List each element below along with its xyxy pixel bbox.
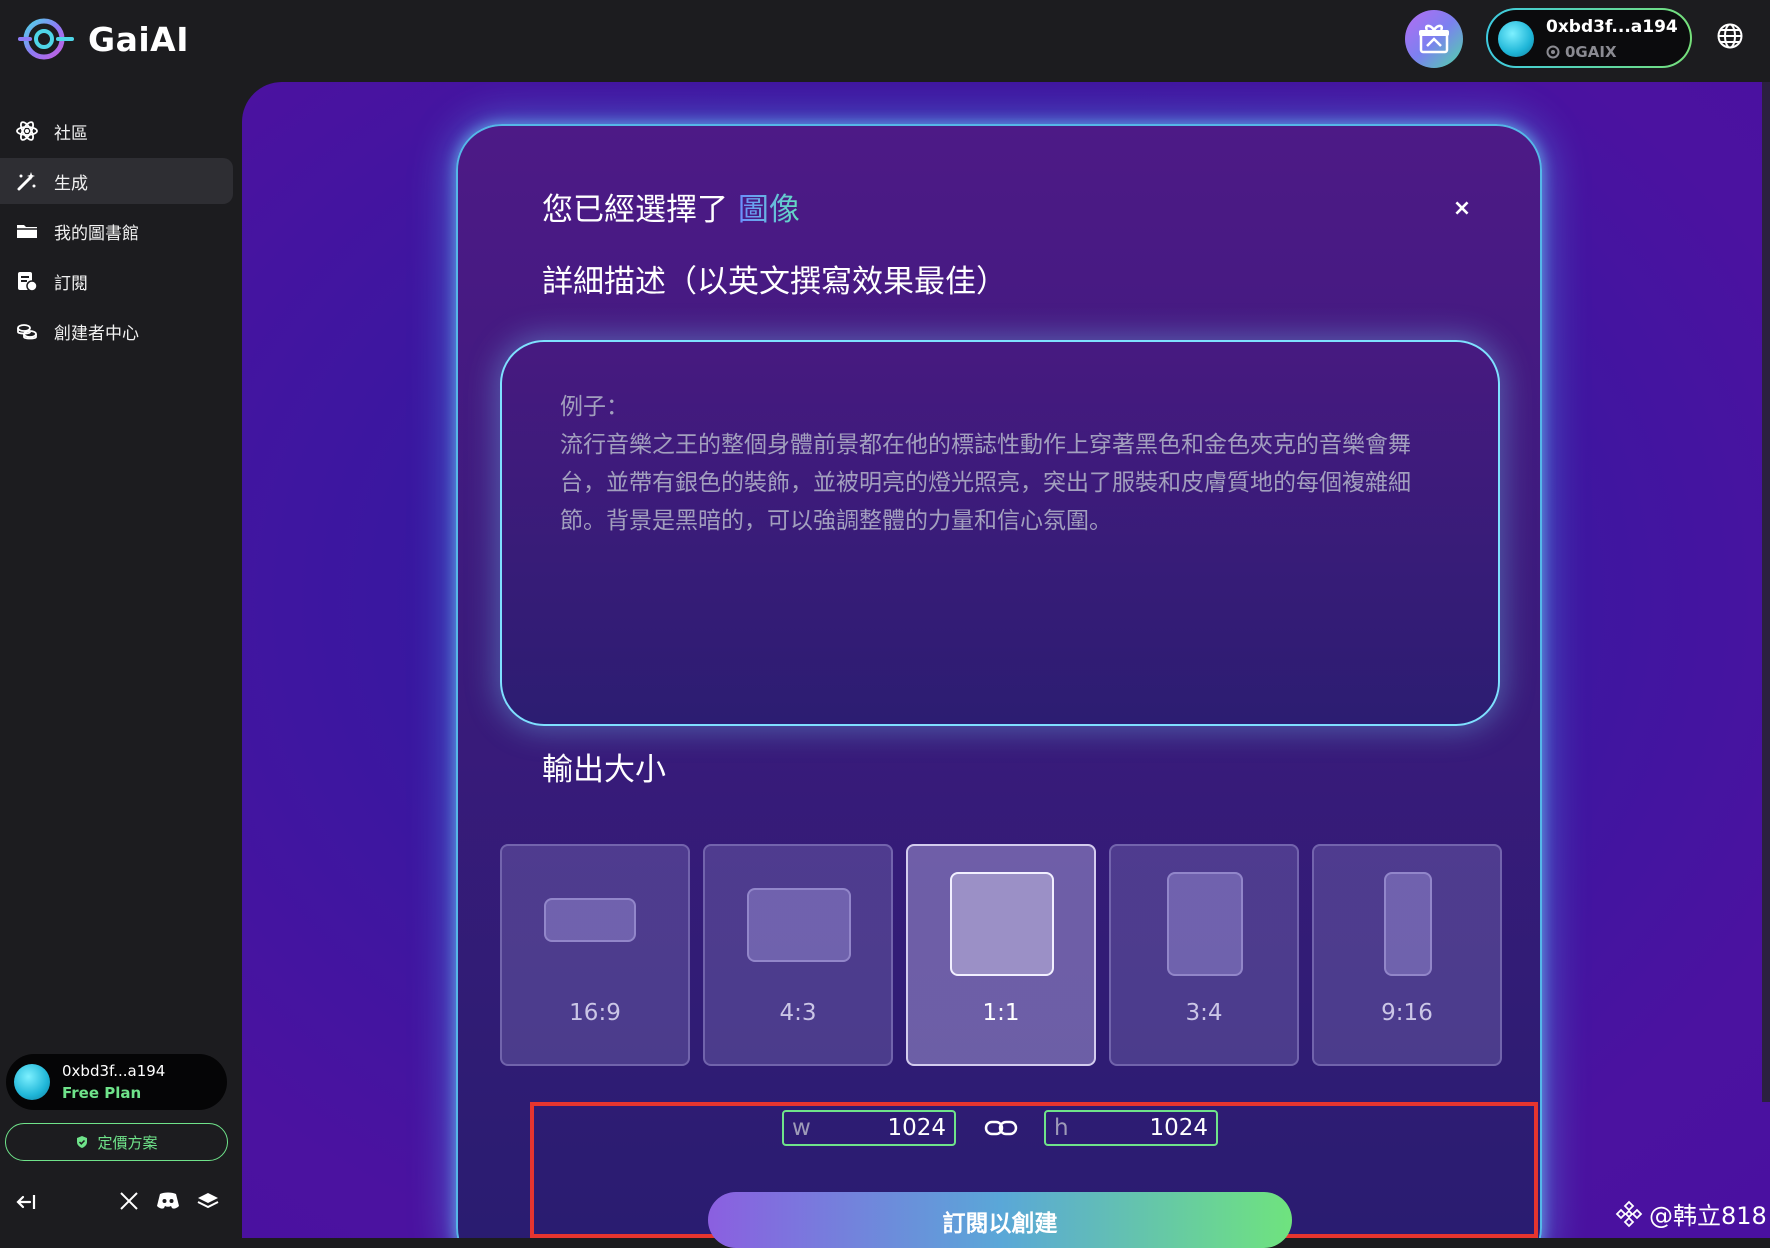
output-size-heading: 輸出大小: [542, 752, 666, 788]
main-content: 您已經選擇了 圖像 × 詳細描述（以英文撰寫效果最佳） 例子： 流行音樂之王的整…: [242, 82, 1770, 1238]
app-logo[interactable]: GaiAI: [18, 14, 189, 64]
size-option-label: 16:9: [569, 1000, 621, 1026]
wallet-address: 0xbd3f...a194: [1546, 17, 1678, 37]
sidebar-item-label: 生成: [54, 173, 88, 194]
pricing-plan-label: 定價方案: [97, 1133, 158, 1152]
ratio-preview: [1167, 872, 1243, 976]
size-option-label: 9:16: [1381, 1000, 1433, 1026]
sidebar-item-community[interactable]: 社區: [0, 108, 233, 154]
height-value: 1024: [1149, 1115, 1208, 1141]
globe-icon[interactable]: [1716, 22, 1744, 50]
size-option-label: 1:1: [982, 1000, 1020, 1026]
pricing-plan-button[interactable]: 定價方案: [5, 1123, 228, 1161]
watermark: @韩立818: [1615, 1196, 1767, 1231]
sidebar-footer: [0, 1182, 240, 1222]
sidebar-item-library[interactable]: 我的圖書館: [0, 208, 233, 254]
ratio-preview: [747, 888, 851, 962]
dialog-title: 您已經選擇了 圖像: [542, 184, 800, 229]
sidebar-item-label: 創建者中心: [54, 323, 139, 344]
top-bar: GaiAI 0xbd3f...a194 0GAIX: [0, 0, 1770, 80]
dialog-title-prefix: 您已經選擇了: [542, 192, 728, 228]
width-value: 1024: [887, 1115, 946, 1141]
coins-icon: [16, 320, 38, 342]
folder-icon: [16, 220, 38, 242]
prompt-placeholder-label: 例子：: [560, 394, 629, 420]
wallet-token: 0GAIX: [1546, 43, 1617, 61]
docs-icon[interactable]: [196, 1190, 220, 1212]
wallet-avatar: [1498, 21, 1534, 57]
prompt-placeholder-body: 流行音樂之王的整個身體前景都在他的標誌性動作上穿著黑色和金色夾克的音樂會舞台，並…: [560, 432, 1411, 534]
binance-logo-icon: [1615, 1200, 1643, 1227]
shield-check-icon: [77, 1136, 88, 1148]
x-twitter-icon[interactable]: [118, 1190, 140, 1212]
size-option-4-3[interactable]: 4:3: [703, 844, 893, 1066]
size-option-16-9[interactable]: 16:9: [500, 844, 690, 1066]
app-name: GaiAI: [88, 19, 189, 59]
size-option-3-4[interactable]: 3:4: [1109, 844, 1299, 1066]
size-option-label: 4:3: [779, 1000, 817, 1026]
sidebar-item-creator-center[interactable]: 創建者中心: [0, 308, 233, 354]
size-option-1-1[interactable]: 1:1: [906, 844, 1096, 1066]
gift-button[interactable]: [1405, 10, 1463, 68]
magic-wand-icon: [16, 170, 38, 192]
prompt-textarea[interactable]: 例子： 流行音樂之王的整個身體前景都在他的標誌性動作上穿著黑色和金色夾克的音樂會…: [500, 340, 1500, 726]
wallet-token-label: 0GAIX: [1565, 43, 1617, 61]
sidebar-item-label: 社區: [54, 123, 88, 144]
dialog-title-highlight: 圖像: [737, 192, 800, 228]
sidebar-item-subscription[interactable]: 訂閱: [0, 258, 233, 304]
avatar: [14, 1064, 50, 1100]
discord-icon[interactable]: [156, 1190, 180, 1212]
close-button[interactable]: ×: [1451, 198, 1473, 220]
subscribe-to-create-button[interactable]: 訂閱以創建: [708, 1192, 1292, 1248]
width-prefix: w: [792, 1115, 811, 1141]
user-address: 0xbd3f...a194: [62, 1062, 166, 1080]
atom-icon: [16, 120, 38, 142]
collapse-sidebar-icon[interactable]: [14, 1190, 38, 1214]
sidebar-item-generate[interactable]: 生成: [0, 158, 233, 204]
gaiai-logo-icon: [18, 18, 74, 60]
user-plan: Free Plan: [62, 1084, 142, 1102]
watermark-text: @韩立818: [1649, 1202, 1767, 1230]
height-prefix: h: [1054, 1115, 1069, 1141]
size-option-9-16[interactable]: 9:16: [1312, 844, 1502, 1066]
generate-dialog: 您已經選擇了 圖像 × 詳細描述（以英文撰寫效果最佳） 例子： 流行音樂之王的整…: [456, 124, 1542, 1238]
ratio-preview: [1384, 872, 1432, 976]
size-option-label: 3:4: [1185, 1000, 1223, 1026]
ratio-preview: [544, 898, 636, 942]
height-input[interactable]: h 1024: [1044, 1110, 1218, 1146]
token-icon: [1546, 45, 1560, 59]
prompt-heading: 詳細描述（以英文撰寫效果最佳）: [542, 264, 1007, 300]
user-card[interactable]: 0xbd3f...a194 Free Plan: [6, 1054, 227, 1110]
scrollbar[interactable]: [1762, 82, 1770, 1102]
prompt-placeholder: 例子： 流行音樂之王的整個身體前景都在他的標誌性動作上穿著黑色和金色夾克的音樂會…: [560, 388, 1450, 540]
wallet-button[interactable]: 0xbd3f...a194 0GAIX: [1486, 8, 1692, 68]
subscription-icon: [16, 270, 38, 292]
sidebar-item-label: 訂閱: [54, 273, 88, 294]
link-aspect-icon[interactable]: [984, 1116, 1018, 1140]
gift-icon: [1419, 24, 1449, 54]
sidebar: 社區 生成 我的圖書館 訂閱 創建者中心 0xbd3f...a194 Free …: [0, 80, 240, 1238]
ratio-preview: [950, 872, 1054, 976]
sidebar-item-label: 我的圖書館: [54, 223, 139, 244]
width-input[interactable]: w 1024: [782, 1110, 956, 1146]
